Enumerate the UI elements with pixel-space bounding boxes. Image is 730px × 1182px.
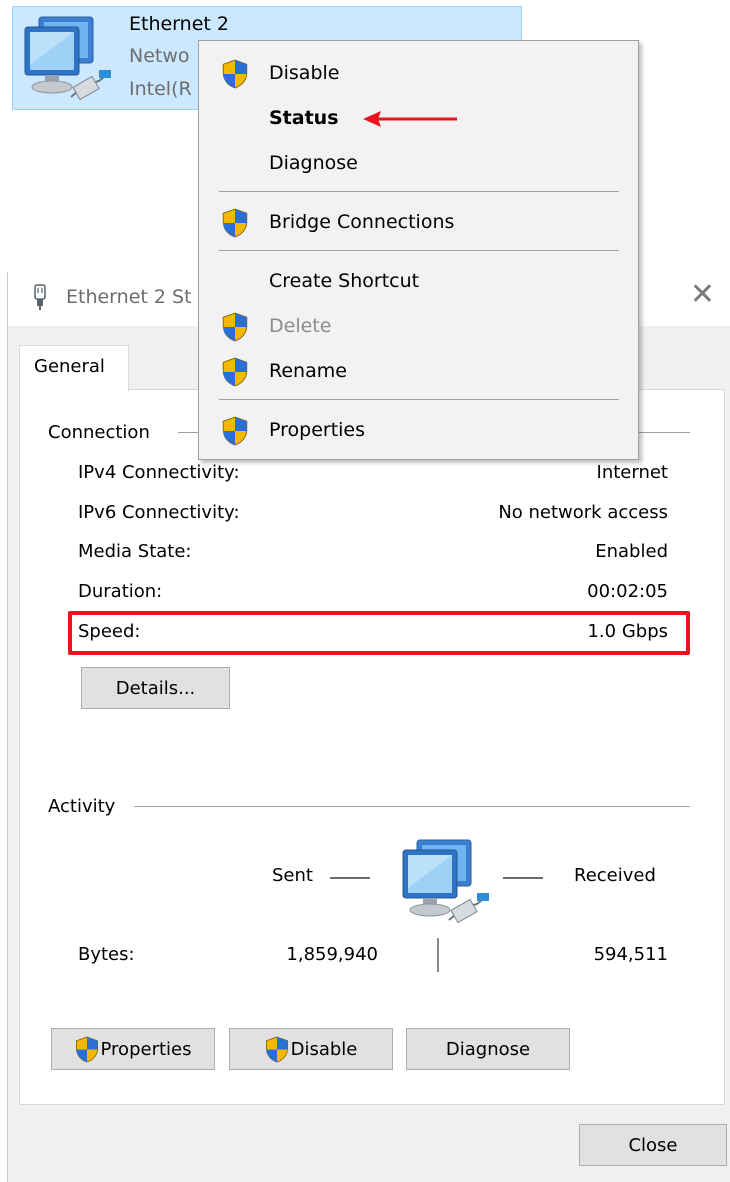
speed-highlight-box [68,611,690,655]
uac-shield-icon [222,59,248,89]
uac-shield-icon [222,312,248,342]
dialog-title: Ethernet 2 St [66,286,192,308]
bytes-received-value: 594,511 [593,944,668,965]
menu-item-properties[interactable]: Properties [199,410,638,450]
sent-dash [330,877,370,879]
bytes-divider [437,938,439,972]
received-dash [503,877,543,879]
uac-shield-icon [222,357,248,387]
menu-item-label: Diagnose [269,152,358,174]
ipv4-label: IPv4 Connectivity: [78,462,240,483]
bytes-label: Bytes: [78,944,135,965]
menu-item-delete[interactable]: Delete [199,306,638,346]
menu-item-diagnose[interactable]: Diagnose [199,143,638,183]
network-adapter-icon [24,16,111,101]
close-icon[interactable]: ✕ [690,280,715,310]
adapter-device-label: Intel(R [129,78,192,100]
connection-heading: Connection [48,422,160,443]
sent-label: Sent [272,865,313,886]
close-button-label: Close [628,1134,678,1156]
menu-separator [219,191,619,192]
ethernet-plug-icon [34,284,46,310]
uac-shield-icon [265,1036,288,1062]
activity-group-line [134,806,690,807]
menu-item-label: Rename [269,360,347,382]
adapter-name: Ethernet 2 [129,13,229,35]
properties-button[interactable]: Properties [51,1028,215,1070]
media-state-label: Media State: [78,541,192,562]
ipv6-label: IPv6 Connectivity: [78,502,240,523]
menu-separator [219,250,619,251]
duration-label: Duration: [78,581,163,602]
uac-shield-icon [222,416,248,446]
activity-heading: Activity [48,796,126,817]
menu-separator [219,399,619,400]
menu-item-label: Create Shortcut [269,270,420,292]
bytes-sent-value: 1,859,940 [286,944,378,965]
menu-item-label: Bridge Connections [269,211,455,233]
activity-network-icon [402,839,489,924]
uac-shield-icon [222,208,248,238]
disable-button-label: Disable [290,1038,358,1060]
details-button-label: Details... [115,677,196,699]
context-menu: Disable Status Diagnose Bridge Connectio… [198,40,639,460]
menu-item-bridge-connections[interactable]: Bridge Connections [199,202,638,242]
menu-item-label: Disable [269,62,340,84]
diagnose-button[interactable]: Diagnose [406,1028,570,1070]
red-arrow-annotation-icon [363,111,457,127]
menu-item-create-shortcut[interactable]: Create Shortcut [199,261,638,301]
details-button[interactable]: Details... [81,667,230,709]
menu-item-label: Status [269,107,339,129]
duration-value: 00:02:05 [587,581,668,602]
ipv6-value: No network access [498,502,668,523]
adapter-network-label: Netwo [129,45,190,67]
menu-item-status[interactable]: Status [199,98,638,138]
ipv4-value: Internet [596,462,668,483]
menu-item-label: Delete [269,315,332,337]
general-tab-panel [19,389,725,1105]
menu-item-disable[interactable]: Disable [199,53,638,93]
diagnose-button-label: Diagnose [445,1038,531,1060]
media-state-value: Enabled [595,541,668,562]
uac-shield-icon [75,1036,98,1062]
properties-button-label: Properties [100,1038,192,1060]
received-label: Received [574,865,656,886]
tab-general[interactable]: General [19,345,129,391]
menu-item-label: Properties [269,419,366,441]
close-button[interactable]: Close [579,1124,727,1166]
menu-item-rename[interactable]: Rename [199,351,638,391]
disable-button[interactable]: Disable [229,1028,393,1070]
